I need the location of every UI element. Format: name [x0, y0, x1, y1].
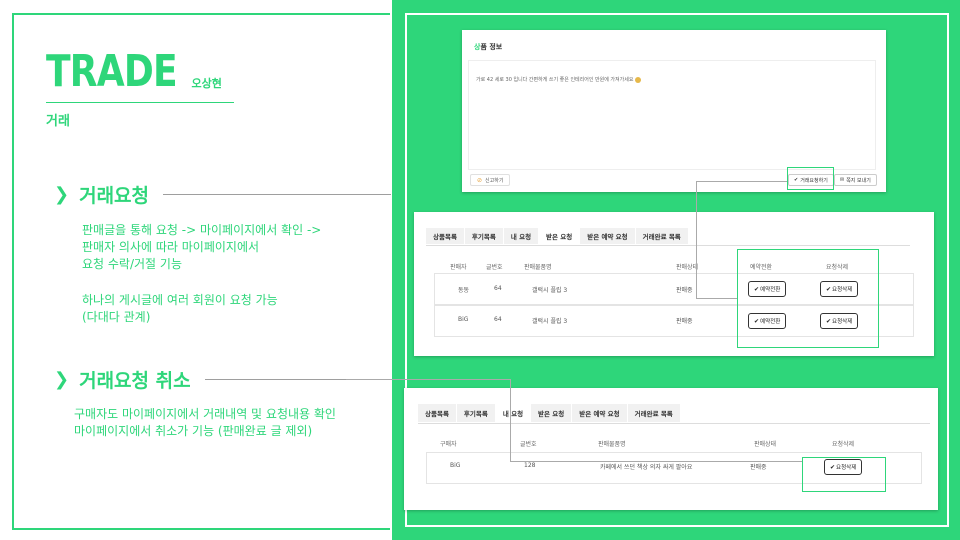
highlight-cancel-action: [802, 457, 886, 492]
page-title: TRADE: [46, 46, 178, 97]
section-description-2: 하나의 게시글에 여러 회원이 요청 가능 (다대다 관계): [82, 292, 278, 326]
cell-status: 판매중: [750, 464, 767, 471]
cell-post-no: 128: [524, 462, 536, 469]
connector-line: [346, 379, 510, 380]
tab-received-reservations[interactable]: 받은 예약 요청: [580, 228, 636, 244]
section-title: 거래요청: [79, 185, 150, 207]
connector-line: [510, 461, 802, 462]
tab-review-list[interactable]: 후기목록: [464, 228, 504, 244]
report-button[interactable]: ⊘ 신고하기: [470, 174, 511, 186]
desc-line: 요청 수락/거절 기능: [82, 257, 182, 271]
panel-title: 상품 정보: [474, 43, 503, 51]
desc-line: 구매자도 마이페이지에서 거래내역 및 요청내용 확인: [74, 407, 336, 421]
page-subtitle: 거래: [46, 114, 70, 129]
col-header: 요청삭제: [832, 441, 855, 448]
chevron-right-icon: ❯: [54, 369, 70, 390]
col-header: 판매자: [450, 264, 467, 271]
envelope-icon: ✉: [840, 177, 845, 183]
desc-line: (다대다 관계): [82, 310, 151, 324]
cell-buyer: BiG: [450, 462, 461, 469]
cell-item[interactable]: 갤럭시 플립 3: [532, 285, 567, 294]
smile-icon: [635, 76, 642, 83]
tab-my-requests[interactable]: 내 요청: [495, 404, 532, 422]
tab-received-requests[interactable]: 받은 요청: [539, 228, 581, 244]
product-description: 가로 42 세로 30 입니다 간편하게 쓰기 좋은 인테리어인 만원에 가져가…: [476, 76, 642, 83]
cell-seller: BiG: [458, 316, 469, 323]
chevron-right-icon: ❯: [54, 184, 70, 205]
tab-received-requests[interactable]: 받은 요청: [531, 404, 573, 422]
desc-line: 하나의 게시글에 여러 회원이 요청 가능: [82, 293, 278, 307]
cell-post-no: 64: [494, 316, 502, 323]
connector-line: [696, 298, 737, 299]
section-description: 구매자도 마이페이지에서 거래내역 및 요청내용 확인 마이페이지에서 취소가 …: [74, 406, 336, 440]
col-header: 판매상태: [676, 264, 699, 271]
col-header: 글번호: [520, 441, 537, 448]
desc-line: 판매글을 통해 요청 -> 마이페이지에서 확인 ->: [82, 223, 322, 237]
cell-status: 판매중: [676, 318, 693, 325]
tab-completed-trades[interactable]: 거래완료 목록: [627, 404, 681, 422]
desc-line: 마이페이지에서 취소가 기능 (판매완료 글 제외): [74, 424, 313, 438]
cell-item[interactable]: 갤럭시 플립 3: [532, 316, 567, 325]
tab-product-list[interactable]: 상품목록: [418, 404, 457, 422]
tab-my-requests[interactable]: 내 요청: [503, 228, 540, 244]
tab-review-list[interactable]: 후기목록: [456, 404, 496, 422]
tab-divider: [418, 423, 930, 424]
col-header: 글번호: [486, 264, 503, 271]
desc-line: 판매자 의사에 따라 마이페이지에서: [82, 240, 260, 254]
highlight-request-actions: [737, 249, 879, 348]
col-header: 판매물품명: [598, 441, 626, 448]
cell-item[interactable]: 카페에서 쓰던 책상 의자 싸게 팔아요: [600, 462, 692, 471]
send-message-button[interactable]: ✉ 쪽지 보내기: [834, 174, 877, 186]
cell-status: 판매중: [676, 287, 693, 294]
section-title: 거래요청 취소: [79, 370, 191, 392]
highlight-request-button: [787, 167, 834, 190]
title-divider: [46, 102, 234, 103]
tab-received-reservations[interactable]: 받은 예약 요청: [572, 404, 628, 422]
connector-line: [510, 379, 511, 461]
cell-post-no: 64: [494, 285, 502, 292]
mypage-tabs: 상품목록 후기목록 내 요청 받은 요청 받은 예약 요청 거래완료 목록: [426, 228, 689, 244]
author-name: 오상현: [191, 77, 222, 90]
warning-icon: ⊘: [477, 176, 483, 184]
section-description: 판매글을 통해 요청 -> 마이페이지에서 확인 -> 판매자 의사에 따라 마…: [82, 222, 321, 273]
section-rule: [163, 194, 392, 195]
cell-seller: 동동: [458, 287, 470, 294]
connector-line: [696, 181, 787, 182]
section-trade-request: ❯ 거래요청: [54, 181, 392, 208]
connector-line: [696, 181, 697, 299]
tab-product-list[interactable]: 상품목록: [426, 228, 465, 244]
mypage-tabs: 상품목록 후기목록 내 요청 받은 요청 받은 예약 요청 거래완료 목록: [418, 404, 681, 422]
tab-completed-trades[interactable]: 거래완료 목록: [635, 228, 689, 244]
col-header: 판매상태: [754, 441, 777, 448]
tab-divider: [426, 245, 910, 246]
title-row: TRADE 오상현: [46, 50, 222, 94]
col-header: 판매물품명: [524, 264, 552, 271]
col-header: 구매자: [440, 441, 457, 448]
